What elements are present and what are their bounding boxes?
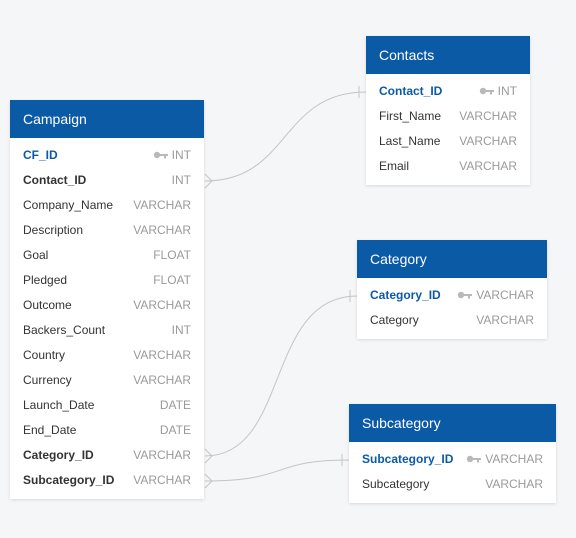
column-type: VARCHAR <box>133 448 191 462</box>
key-icon <box>467 455 482 463</box>
column-name: Subcategory_ID <box>23 473 115 487</box>
column-name: Contact_ID <box>23 173 87 187</box>
column-row[interactable]: Subcategory VARCHAR <box>349 472 556 497</box>
column-name: CF_ID <box>23 148 58 162</box>
column-type: FLOAT <box>153 273 191 287</box>
column-type: DATE <box>159 423 191 437</box>
column-row[interactable]: CF_ID INT <box>10 143 204 168</box>
column-type: VARCHAR <box>459 109 517 123</box>
column-row[interactable]: Currency VARCHAR <box>10 368 204 393</box>
column-row[interactable]: Pledged FLOAT <box>10 268 204 293</box>
column-type: VARCHAR <box>133 373 191 387</box>
column-row[interactable]: Last_Name VARCHAR <box>366 129 530 154</box>
table-title[interactable]: Subcategory <box>349 404 556 442</box>
column-type: VARCHAR <box>133 198 191 212</box>
column-name: Goal <box>23 248 49 262</box>
column-name: Subcategory <box>362 477 430 491</box>
column-name: Contact_ID <box>379 84 443 98</box>
table-campaign[interactable]: Campaign CF_ID INT Contact_ID INT Compan… <box>10 100 204 499</box>
column-type: INT <box>153 143 191 168</box>
column-row[interactable]: Category_ID VARCHAR <box>10 443 204 468</box>
column-name: Subcategory_ID <box>362 452 454 466</box>
column-row[interactable]: Category_ID VARCHAR <box>357 283 547 308</box>
column-row[interactable]: Backers_Count INT <box>10 318 204 343</box>
key-icon <box>479 87 494 95</box>
column-name: Launch_Date <box>23 398 95 412</box>
column-type: VARCHAR <box>133 473 191 487</box>
key-icon <box>153 151 168 159</box>
column-type: DATE <box>159 398 191 412</box>
column-row[interactable]: Country VARCHAR <box>10 343 204 368</box>
column-name: Pledged <box>23 273 68 287</box>
column-type: VARCHAR <box>133 298 191 312</box>
column-type: VARCHAR <box>457 283 534 308</box>
column-type: VARCHAR <box>459 159 517 173</box>
relation-category <box>204 295 358 457</box>
column-name: Category_ID <box>370 288 441 302</box>
column-type: INT <box>171 173 191 187</box>
table-contacts[interactable]: Contacts Contact_ID INT First_Name VARCH… <box>366 36 530 185</box>
relation-subcategory <box>204 459 350 482</box>
column-name: Company_Name <box>23 198 114 212</box>
table-title[interactable]: Category <box>357 240 547 278</box>
column-row[interactable]: Category VARCHAR <box>357 308 547 333</box>
column-name: Country <box>23 348 66 362</box>
column-type: VARCHAR <box>476 313 534 327</box>
column-type: INT <box>171 323 191 337</box>
key-icon <box>458 291 473 299</box>
column-type: VARCHAR <box>485 477 543 491</box>
column-row[interactable]: Launch_Date DATE <box>10 393 204 418</box>
table-subcategory[interactable]: Subcategory Subcategory_ID VARCHAR Subca… <box>349 404 556 503</box>
column-type: VARCHAR <box>133 348 191 362</box>
column-row[interactable]: Description VARCHAR <box>10 218 204 243</box>
column-row[interactable]: Subcategory_ID VARCHAR <box>10 468 204 493</box>
column-name: Category <box>370 313 419 327</box>
table-title[interactable]: Campaign <box>10 100 204 138</box>
column-name: Backers_Count <box>23 323 106 337</box>
column-name: Description <box>23 223 84 237</box>
column-type: INT <box>479 79 517 104</box>
column-name: First_Name <box>379 109 442 123</box>
table-category[interactable]: Category Category_ID VARCHAR Category VA… <box>357 240 547 339</box>
column-row[interactable]: End_Date DATE <box>10 418 204 443</box>
column-row[interactable]: Goal FLOAT <box>10 243 204 268</box>
column-type: VARCHAR <box>459 134 517 148</box>
column-row[interactable]: Subcategory_ID VARCHAR <box>349 447 556 472</box>
column-name: Last_Name <box>379 134 441 148</box>
table-title[interactable]: Contacts <box>366 36 530 74</box>
column-row[interactable]: Email VARCHAR <box>366 154 530 179</box>
column-type: VARCHAR <box>133 223 191 237</box>
column-name: Category_ID <box>23 448 94 462</box>
column-name: Outcome <box>23 298 72 312</box>
column-row[interactable]: Outcome VARCHAR <box>10 293 204 318</box>
relation-contact <box>204 91 367 182</box>
column-type: FLOAT <box>153 248 191 262</box>
column-row[interactable]: Contact_ID INT <box>10 168 204 193</box>
column-name: End_Date <box>23 423 77 437</box>
column-row[interactable]: Contact_ID INT <box>366 79 530 104</box>
column-row[interactable]: Company_Name VARCHAR <box>10 193 204 218</box>
column-name: Currency <box>23 373 72 387</box>
column-name: Email <box>379 159 410 173</box>
column-type: VARCHAR <box>466 447 543 472</box>
column-row[interactable]: First_Name VARCHAR <box>366 104 530 129</box>
